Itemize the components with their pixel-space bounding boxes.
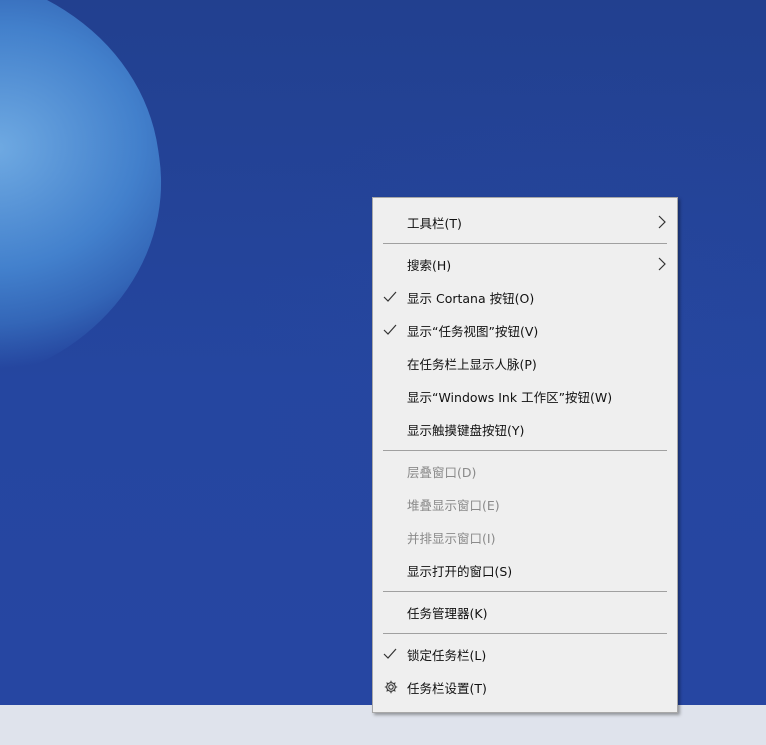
menu-item-cascade-windows: 层叠窗口(D)	[373, 455, 677, 488]
chevron-right-icon	[658, 215, 666, 229]
menu-item-search[interactable]: 搜索(H)	[373, 248, 677, 281]
menu-item-label: 工具栏(T)	[407, 216, 462, 231]
menu-item-show-ink-workspace[interactable]: 显示“Windows Ink 工作区”按钮(W)	[373, 380, 677, 413]
menu-item-task-manager[interactable]: 任务管理器(K)	[373, 596, 677, 629]
menu-item-stack-windows: 堆叠显示窗口(E)	[373, 488, 677, 521]
menu-item-label: 显示 Cortana 按钮(O)	[407, 291, 535, 306]
chevron-right-icon	[658, 257, 666, 271]
checkmark-icon	[383, 291, 397, 302]
menu-item-taskbar-settings[interactable]: 任务栏设置(T)	[373, 671, 677, 704]
menu-item-label: 显示打开的窗口(S)	[407, 564, 513, 579]
menu-item-label: 并排显示窗口(I)	[407, 531, 496, 546]
menu-item-label: 显示触摸键盘按钮(Y)	[407, 423, 525, 438]
menu-item-toolbars[interactable]: 工具栏(T)	[373, 206, 677, 239]
menu-separator	[383, 243, 667, 244]
gear-icon	[384, 680, 398, 694]
menu-item-label: 搜索(H)	[407, 258, 452, 273]
checkmark-icon	[383, 648, 397, 659]
menu-item-label: 任务管理器(K)	[407, 606, 488, 621]
menu-separator	[383, 591, 667, 592]
menu-separator	[383, 450, 667, 451]
menu-item-show-desktop[interactable]: 显示打开的窗口(S)	[373, 554, 677, 587]
menu-item-side-by-side: 并排显示窗口(I)	[373, 521, 677, 554]
menu-item-label: 堆叠显示窗口(E)	[407, 498, 500, 513]
menu-item-show-people[interactable]: 在任务栏上显示人脉(P)	[373, 347, 677, 380]
menu-item-show-task-view[interactable]: 显示“任务视图”按钮(V)	[373, 314, 677, 347]
menu-item-show-cortana[interactable]: 显示 Cortana 按钮(O)	[373, 281, 677, 314]
menu-separator	[383, 633, 667, 634]
menu-item-label: 层叠窗口(D)	[407, 465, 477, 480]
taskbar-context-menu: 工具栏(T) 搜索(H) 显示 Cortana 按钮(O) 显示“任务视图”按钮…	[372, 197, 678, 713]
menu-item-label: 任务栏设置(T)	[407, 681, 487, 696]
checkmark-icon	[383, 324, 397, 335]
menu-item-label: 在任务栏上显示人脉(P)	[407, 357, 537, 372]
menu-item-label: 显示“Windows Ink 工作区”按钮(W)	[407, 390, 613, 405]
menu-item-label: 显示“任务视图”按钮(V)	[407, 324, 539, 339]
menu-item-show-touch-keyboard[interactable]: 显示触摸键盘按钮(Y)	[373, 413, 677, 446]
jellyfish-wallpaper-image	[0, 0, 187, 423]
menu-item-lock-taskbar[interactable]: 锁定任务栏(L)	[373, 638, 677, 671]
menu-item-label: 锁定任务栏(L)	[407, 648, 487, 663]
